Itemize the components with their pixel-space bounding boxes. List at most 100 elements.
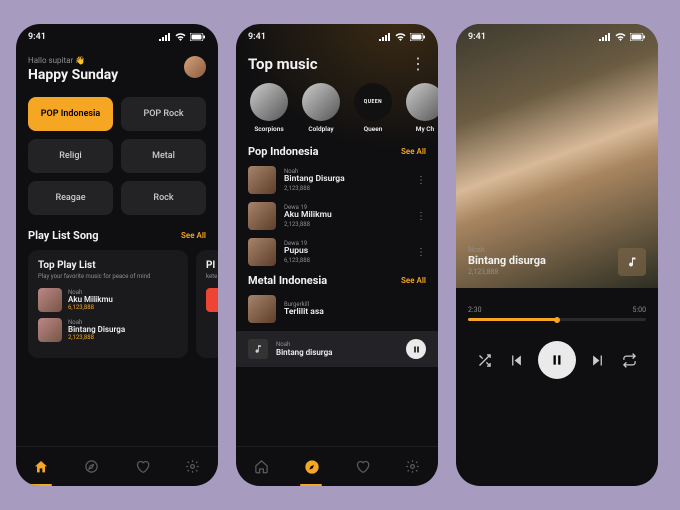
artist-name: Queen [364,125,383,133]
wifi-icon [175,33,186,41]
wifi-icon [395,33,406,41]
track-plays: 2,123,888 [284,221,332,228]
track-art [38,318,62,342]
track-art [248,202,276,230]
play-button[interactable] [406,339,426,359]
progress-area: 2:30 5:00 [456,288,658,331]
now-playing-artist: Noah [276,341,332,348]
playlist-card[interactable]: Top Play List Play your favorite music f… [28,250,188,358]
playlist-card-sub: Play your favorite music for peace of mi… [38,273,178,280]
player-artist: Noah [468,246,546,254]
player-title-block: Noah Bintang disurga 2,123,888 [468,246,546,276]
playlist-track[interactable]: Noah Bintang Disurga 2,123,888 [38,318,178,342]
tab-favorites[interactable] [352,457,372,477]
artist-item[interactable]: Scorpions [248,83,290,133]
playlist-card-sub: kete [206,273,218,280]
playlist-see-all[interactable]: See All [181,231,206,240]
chip-pop-indonesia[interactable]: POP Indonesia [28,97,113,131]
chip-pop-rock[interactable]: POP Rock [121,97,206,131]
avatar[interactable] [184,56,206,78]
progress-thumb[interactable] [554,317,560,323]
tab-favorites[interactable] [132,457,152,477]
now-playing-title: Bintang disurga [276,348,332,357]
tab-home[interactable] [31,457,51,477]
artist-item[interactable]: QUEEN Queen [352,83,394,133]
track-more-icon[interactable]: ⋮ [416,211,426,222]
tab-settings[interactable] [403,457,423,477]
playlist-title: Play List Song [28,229,98,242]
track-art [38,288,62,312]
artist-item[interactable]: Coldplay [300,83,342,133]
tab-home[interactable] [251,457,271,477]
repeat-icon [622,353,637,368]
artist-name: Coldplay [308,125,333,133]
artist-avatar: QUEEN [354,83,392,121]
track-art [248,238,276,266]
pop-ind-list: NoahBintang Disurga2,123,888⋮ Dewa 19Aku… [236,166,438,274]
artist-avatar [302,83,340,121]
chip-metal[interactable]: Metal [121,139,206,173]
music-note-icon [253,344,263,354]
compass-icon [304,459,320,475]
heart-icon [355,459,370,474]
track-row[interactable]: NoahBintang Disurga2,123,888⋮ [248,166,426,194]
pop-ind-title: Pop Indonesia [248,145,319,158]
track-title: Aku Milikmu [68,296,113,305]
next-button[interactable] [586,349,608,371]
metal-ind-see-all[interactable]: See All [401,276,426,285]
chip-reagae[interactable]: Reagae [28,181,113,215]
track-title: Bintang Disurga [284,175,345,184]
tab-explore[interactable] [82,457,102,477]
chip-religi[interactable]: Religi [28,139,113,173]
gear-icon [405,459,420,474]
track-row[interactable]: Dewa 19Pupus6,123,888⋮ [248,238,426,266]
track-art [206,288,218,312]
chip-rock[interactable]: Rock [121,181,206,215]
metal-ind-title: Metal Indonesia [248,274,327,287]
album-artwork: 9:41 Noah Bintang disurga 2,123,888 [456,24,658,288]
play-pause-button[interactable] [538,341,576,379]
compass-icon [84,459,99,474]
track-title: Bintang Disurga [68,326,125,335]
signal-icon [599,33,611,41]
screen-player: 9:41 Noah Bintang disurga 2,123,888 2:30… [456,24,658,486]
top-music-title: Top music [248,55,318,73]
tab-explore[interactable] [302,457,322,477]
metal-ind-header: Metal Indonesia See All [236,274,438,295]
metal-ind-list: BurgerkillTerlilit asa [236,295,438,331]
repeat-button[interactable] [619,349,641,371]
skip-forward-icon [590,353,605,368]
track-plays: 2,123,888 [284,185,345,192]
signal-icon [159,33,171,41]
track-more-icon[interactable]: ⋮ [416,247,426,258]
status-indicators [379,33,426,41]
pop-ind-header: Pop Indonesia See All [236,145,438,166]
player-album-chip[interactable] [618,248,646,276]
shuffle-button[interactable] [473,349,495,371]
playlist-section-header: Play List Song See All [16,229,218,250]
track-title: Pupus [284,247,310,256]
track-row[interactable]: Dewa 19Aku Milikmu2,123,888⋮ [248,202,426,230]
battery-icon [190,33,206,41]
greeting-header: Hallo supitar 👋 Happy Sunday [16,46,218,97]
tab-settings[interactable] [183,457,203,477]
artist-item[interactable]: My Ch [404,83,438,133]
track-title: Aku Milikmu [284,211,332,220]
track-art [248,295,276,323]
status-bar: 9:41 [16,24,218,46]
now-playing-bar[interactable]: NoahBintang disurga [236,331,438,367]
more-icon[interactable]: ⋮ [410,54,426,73]
pop-ind-see-all[interactable]: See All [401,147,426,156]
prev-button[interactable] [506,349,528,371]
progress-fill [468,318,557,321]
tab-bar [16,446,218,486]
tab-indicator [300,484,322,486]
track-row[interactable]: BurgerkillTerlilit asa [248,295,426,323]
playlist-card-peek[interactable]: Pl kete [196,250,218,358]
heart-icon [135,459,150,474]
progress-bar[interactable] [468,318,646,321]
playlist-row: Top Play List Play your favorite music f… [16,250,218,358]
playlist-track[interactable]: Noah Aku Milikmu 6,123,888 [38,288,178,312]
greeting-main: Happy Sunday [28,67,118,83]
track-more-icon[interactable]: ⋮ [416,175,426,186]
